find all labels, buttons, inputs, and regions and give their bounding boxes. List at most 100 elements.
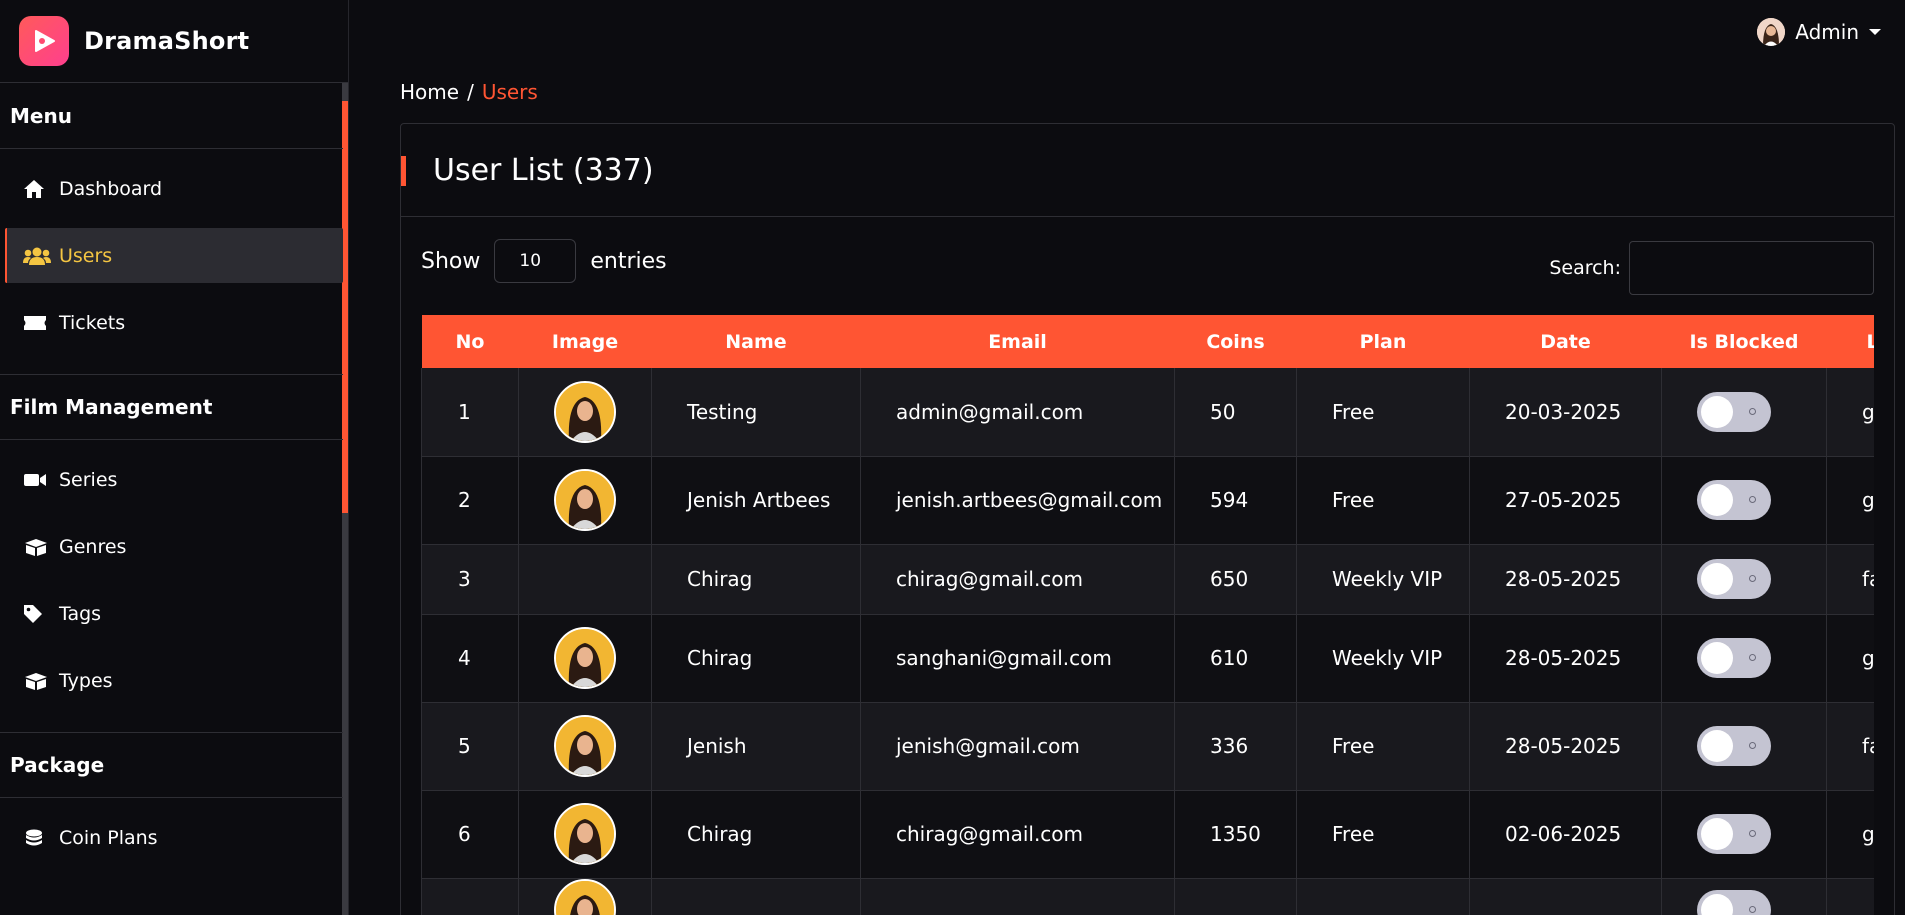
toggle-knob	[1701, 563, 1733, 595]
avatar	[554, 878, 616, 915]
avatar	[554, 803, 616, 865]
sidebar-item-dashboard[interactable]: Dashboard	[5, 161, 343, 216]
column-header[interactable]: Date	[1469, 315, 1662, 368]
blocked-toggle[interactable]	[1697, 480, 1771, 520]
cell-plan: Free	[1296, 368, 1470, 457]
cell-plan: Free	[1296, 702, 1470, 791]
box-icon	[23, 670, 51, 692]
table-row: 3 Chirag chirag@gmail.com 650 Weekly VIP 28-0…	[421, 544, 1874, 615]
cell-date: 20-03-2025	[1469, 368, 1662, 457]
blocked-toggle[interactable]	[1697, 814, 1771, 854]
ticket-icon	[23, 312, 51, 334]
cell-extra	[1826, 878, 1874, 915]
sidebar-item-tags[interactable]: Tags	[5, 586, 343, 641]
box-icon	[23, 536, 51, 558]
section-title-package: Package	[0, 732, 343, 798]
blocked-toggle[interactable]	[1697, 726, 1771, 766]
cell-no	[421, 878, 519, 915]
search-input[interactable]	[1629, 241, 1874, 295]
cell-image	[518, 456, 652, 545]
sidebar-menu: Menu Dashboard Users Tickets Film Manage…	[0, 83, 348, 915]
entries-label: entries	[590, 248, 667, 274]
cell-name: Chirag	[651, 544, 861, 615]
column-header[interactable]: Coins	[1174, 315, 1297, 368]
card-header: User List (337)	[401, 124, 1894, 217]
cell-blocked	[1661, 614, 1827, 703]
users-table-wrap: No Image Name Email Coins Plan Date Is B…	[421, 315, 1874, 915]
header-accent	[401, 156, 406, 186]
cell-email: chirag@gmail.com	[860, 790, 1175, 879]
toggle-off-indicator	[1749, 742, 1756, 749]
user-menu[interactable]: Admin	[1757, 18, 1881, 46]
users-table: No Image Name Email Coins Plan Date Is B…	[421, 315, 1874, 915]
avatar	[554, 627, 616, 689]
cell-blocked	[1661, 368, 1827, 457]
blocked-toggle[interactable]	[1697, 638, 1771, 678]
sidebar-item-coin-plans[interactable]: Coin Plans	[5, 810, 343, 865]
cell-plan: Free	[1296, 456, 1470, 545]
brand[interactable]: DramaShort	[0, 0, 348, 83]
sidebar-item-label: Tickets	[59, 311, 126, 334]
cell-plan: Weekly VIP	[1296, 614, 1470, 703]
cell-coins: 610	[1174, 614, 1297, 703]
sidebar-item-label: Types	[59, 669, 113, 692]
table-row: 2 Jenish Artbees jenish.artbees@gmail.com 5…	[421, 456, 1874, 545]
avatar	[554, 715, 616, 777]
cell-blocked	[1661, 790, 1827, 879]
sidebar-item-genres[interactable]: Genres	[5, 519, 343, 574]
sidebar-item-types[interactable]: Types	[5, 653, 343, 708]
cell-image	[518, 544, 652, 615]
cell-email	[860, 878, 1175, 915]
sidebar-item-series[interactable]: Series	[5, 452, 343, 507]
entries-control: Show 10 entries	[421, 239, 667, 283]
avatar	[554, 469, 616, 531]
toggle-knob	[1701, 484, 1733, 516]
cell-no: 1	[421, 368, 519, 457]
cell-email: admin@gmail.com	[860, 368, 1175, 457]
column-header[interactable]: Is Blocked	[1661, 315, 1827, 368]
coins-icon	[23, 827, 51, 849]
sidebar-item-tickets[interactable]: Tickets	[5, 295, 343, 350]
sidebar-item-label: Coin Plans	[59, 826, 158, 849]
column-header[interactable]: Email	[860, 315, 1175, 368]
toggle-off-indicator	[1749, 654, 1756, 661]
cell-email: jenish@gmail.com	[860, 702, 1175, 791]
sidebar-item-users[interactable]: Users	[5, 228, 343, 283]
page-title: User List (337)	[433, 152, 654, 188]
cell-name	[651, 878, 861, 915]
breadcrumb-home[interactable]: Home	[400, 80, 459, 104]
table-row: 1 Testing admin@gmail.com 50 Free 20-03-2025 g	[421, 368, 1874, 457]
toggle-off-indicator	[1749, 905, 1756, 913]
column-header[interactable]: Plan	[1296, 315, 1470, 368]
cell-date: 28-05-2025	[1469, 614, 1662, 703]
breadcrumb-separator: /	[467, 80, 474, 104]
cell-name: Chirag	[651, 614, 861, 703]
sidebar-item-label: Dashboard	[59, 177, 163, 200]
blocked-toggle[interactable]	[1697, 391, 1771, 432]
table-header-row: No Image Name Email Coins Plan Date Is B…	[421, 315, 1874, 368]
entries-select[interactable]: 10	[494, 239, 577, 283]
table-row: 6 Chirag chirag@gmail.com 1350 Free 02-06-202…	[421, 790, 1874, 879]
cell-name: Jenish	[651, 702, 861, 791]
chevron-down-icon	[1869, 29, 1881, 35]
cell-date	[1469, 878, 1662, 915]
cell-no: 5	[421, 702, 519, 791]
cell-extra: g	[1826, 368, 1874, 457]
cell-date: 02-06-2025	[1469, 790, 1662, 879]
section-title-film-management: Film Management	[0, 374, 343, 440]
column-header[interactable]: No	[421, 315, 519, 368]
column-header[interactable]: Image	[518, 315, 652, 368]
column-header[interactable]: Name	[651, 315, 861, 368]
cell-coins: 336	[1174, 702, 1297, 791]
table-controls: Show 10 entries Search:	[421, 239, 1874, 299]
cell-coins	[1174, 878, 1297, 915]
search-label: Search:	[1549, 257, 1621, 279]
cell-coins: 594	[1174, 456, 1297, 545]
avatar	[554, 380, 616, 443]
blocked-toggle[interactable]	[1697, 889, 1771, 915]
cell-extra: g	[1826, 614, 1874, 703]
column-header[interactable]: L	[1826, 315, 1874, 368]
blocked-toggle[interactable]	[1697, 559, 1771, 599]
cell-email: sanghani@gmail.com	[860, 614, 1175, 703]
cell-extra: g	[1826, 456, 1874, 545]
